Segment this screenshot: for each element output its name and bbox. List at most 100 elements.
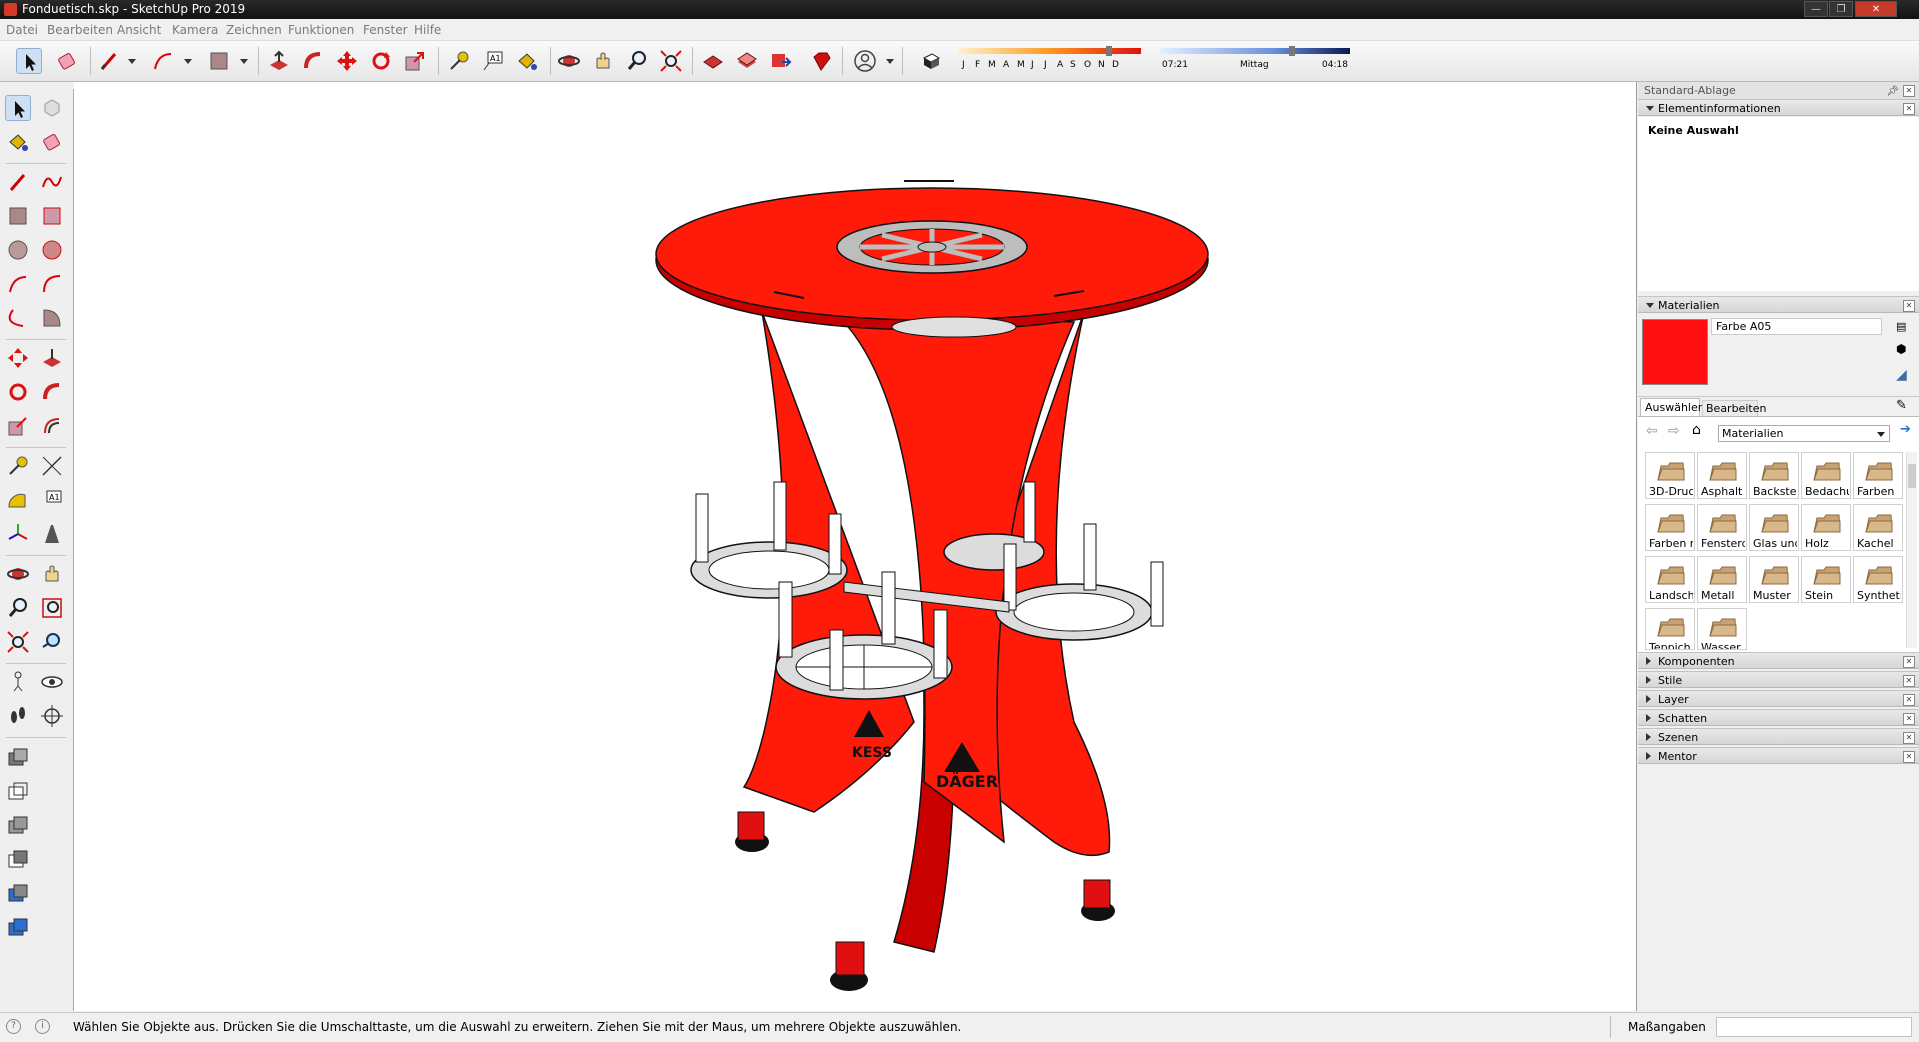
material-folder[interactable]: Stein	[1801, 556, 1851, 603]
make-component-button[interactable]	[39, 95, 65, 121]
panel-mentor[interactable]: Mentor ✕	[1638, 747, 1919, 764]
orbit-button[interactable]	[556, 48, 582, 74]
select-tool-button[interactable]	[5, 95, 31, 121]
home-icon[interactable]: ⌂	[1692, 422, 1701, 438]
tape-measure-button[interactable]	[446, 48, 472, 74]
dimension-tool-button[interactable]	[39, 453, 65, 479]
material-name-field[interactable]: Farbe A05	[1711, 318, 1882, 335]
panel-stile[interactable]: Stile ✕	[1638, 671, 1919, 688]
menu-hilfe[interactable]: Hilfe	[414, 23, 441, 37]
push-pull-button[interactable]	[266, 48, 292, 74]
material-folder[interactable]: Asphalt u	[1697, 452, 1747, 499]
material-cube-icon[interactable]: ⬢	[1896, 342, 1906, 356]
shape-tool-dropdown[interactable]	[240, 59, 248, 64]
outer-shell-button[interactable]	[5, 745, 31, 771]
line-tool-button[interactable]	[96, 48, 122, 74]
eraser-tool-button[interactable]	[39, 129, 65, 155]
trim-button[interactable]	[5, 881, 31, 907]
material-folder[interactable]: Backstein	[1749, 452, 1799, 499]
arc-tool-button[interactable]	[150, 48, 176, 74]
menu-bearbeiten[interactable]: Bearbeiten	[47, 23, 113, 37]
3d-text-button[interactable]	[39, 521, 65, 547]
material-folder[interactable]: Synthetis	[1853, 556, 1903, 603]
zoom-button[interactable]	[5, 595, 31, 621]
union-button[interactable]	[5, 813, 31, 839]
account-dropdown[interactable]	[886, 59, 894, 64]
menu-kamera[interactable]: Kamera	[172, 23, 218, 37]
pie-tool-button[interactable]	[39, 305, 65, 331]
pan-button[interactable]	[590, 48, 616, 74]
protractor-button[interactable]	[5, 487, 31, 513]
material-folder[interactable]: Fensterd	[1697, 504, 1747, 551]
material-folder[interactable]: Farben m	[1645, 504, 1695, 551]
entity-info-header[interactable]: Elementinformationen ✕	[1638, 99, 1919, 116]
rotate-tool-button[interactable]	[5, 379, 31, 405]
follow-me-button[interactable]	[39, 379, 65, 405]
extension-warehouse-button[interactable]	[734, 48, 760, 74]
pan-button[interactable]	[39, 561, 65, 587]
material-preview-swatch[interactable]	[1642, 319, 1708, 385]
geo-location-icon[interactable]: ?	[6, 1019, 21, 1034]
material-folder[interactable]: Farben	[1853, 452, 1903, 499]
zoom-extents-button[interactable]	[5, 629, 31, 655]
shadow-time-slider[interactable]: 07:21 Mittag 04:18	[1160, 45, 1350, 73]
material-folder[interactable]: Metall	[1697, 556, 1747, 603]
close-button[interactable]: ✕	[1855, 1, 1897, 17]
shape-tool-button[interactable]	[206, 48, 232, 74]
rectangle-tool-button[interactable]	[5, 203, 31, 229]
intersect-button[interactable]	[5, 779, 31, 805]
arc-tool-button[interactable]	[5, 271, 31, 297]
eraser-tool-button[interactable]	[54, 48, 80, 74]
measurements-input[interactable]	[1716, 1017, 1912, 1037]
material-folder[interactable]: Holz	[1801, 504, 1851, 551]
account-button[interactable]	[852, 48, 878, 74]
menu-zeichnen[interactable]: Zeichnen	[226, 23, 282, 37]
three-point-arc-button[interactable]	[5, 305, 31, 331]
orbit-button[interactable]	[5, 561, 31, 587]
section-plane-button[interactable]	[39, 703, 65, 729]
tab-edit[interactable]: Bearbeiten	[1702, 400, 1766, 416]
line-tool-dropdown[interactable]	[128, 59, 136, 64]
scrollbar-thumb[interactable]	[1908, 464, 1916, 488]
material-folder[interactable]: Muster	[1749, 556, 1799, 603]
split-button[interactable]	[5, 915, 31, 941]
shadows-toggle-button[interactable]	[918, 48, 944, 74]
select-tool-button[interactable]	[16, 48, 42, 74]
panel-close-icon[interactable]: ✕	[1903, 103, 1915, 115]
walk-button[interactable]	[5, 703, 31, 729]
offset-tool-button[interactable]	[39, 413, 65, 439]
text-tool-button[interactable]: A1	[480, 48, 506, 74]
arc-tool-dropdown[interactable]	[184, 59, 192, 64]
panel-close-icon[interactable]: ✕	[1903, 300, 1915, 312]
menu-ansicht[interactable]: Ansicht	[117, 23, 161, 37]
panel-close-icon[interactable]: ✕	[1903, 751, 1915, 763]
push-pull-button[interactable]	[39, 345, 65, 371]
panel-close-icon[interactable]: ✕	[1903, 713, 1915, 725]
tab-select[interactable]: Auswählen	[1640, 398, 1705, 416]
panel-schatten[interactable]: Schatten ✕	[1638, 709, 1919, 726]
drawing-viewport[interactable]: KESS DÄGER	[74, 82, 1637, 1011]
forward-arrow-icon[interactable]: ⇨	[1668, 423, 1680, 439]
zoom-extents-button[interactable]	[658, 48, 684, 74]
rotate-tool-button[interactable]	[368, 48, 394, 74]
material-folder[interactable]: Glas und	[1749, 504, 1799, 551]
rotated-rectangle-button[interactable]	[39, 203, 65, 229]
library-select[interactable]: Materialien	[1718, 425, 1890, 442]
material-folder[interactable]: 3D-Druck	[1645, 452, 1695, 499]
material-folder[interactable]: Landscha	[1645, 556, 1695, 603]
eyedropper-icon[interactable]: ✎	[1896, 398, 1907, 413]
previous-view-button[interactable]	[39, 629, 65, 655]
materials-scrollbar[interactable]	[1906, 452, 1917, 648]
menu-datei[interactable]: Datei	[6, 23, 38, 37]
freehand-tool-button[interactable]	[39, 169, 65, 195]
move-tool-button[interactable]	[5, 345, 31, 371]
layout-send-button[interactable]	[768, 48, 794, 74]
line-tool-button[interactable]	[5, 169, 31, 195]
minimize-button[interactable]: —	[1804, 1, 1828, 17]
pin-icon[interactable]: 📌︎	[1886, 83, 1899, 100]
panel-close-icon[interactable]: ✕	[1903, 675, 1915, 687]
back-arrow-icon[interactable]: ⇦	[1646, 423, 1658, 439]
axes-tool-button[interactable]	[5, 521, 31, 547]
materials-header[interactable]: Materialien ✕	[1638, 296, 1919, 313]
tape-measure-button[interactable]	[5, 453, 31, 479]
